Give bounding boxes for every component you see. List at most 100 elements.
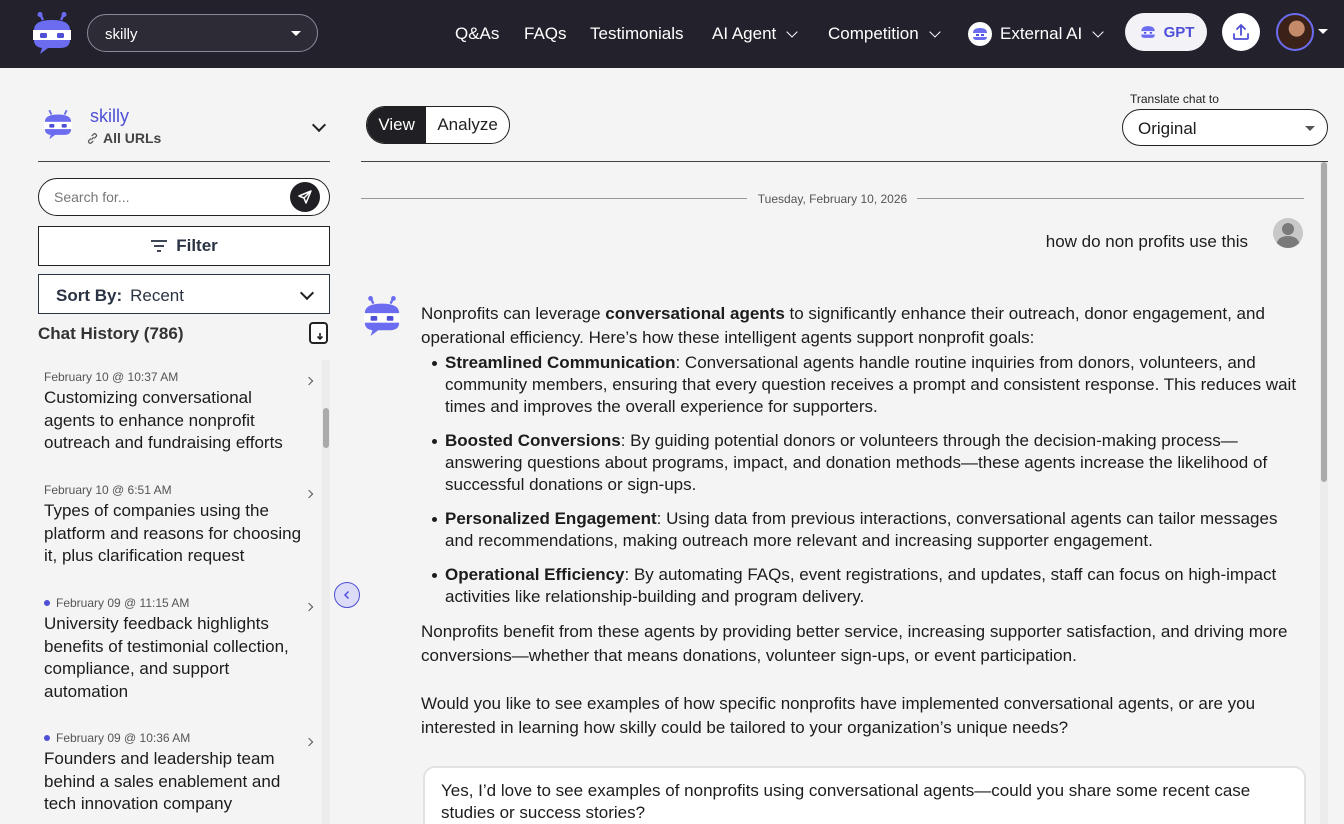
list-item: Operational Efficiency: By automating FA… <box>421 564 1304 608</box>
tab-analyze[interactable]: Analyze <box>426 107 509 143</box>
history-item-date: February 09 @ 11:15 AM <box>38 596 322 610</box>
bot-selector-value: skilly <box>105 26 138 43</box>
view-mode-toggle: View Analyze <box>366 106 510 144</box>
nav-qas[interactable]: Q&As <box>455 0 499 68</box>
suggested-reply-button[interactable]: Yes, I’d love to see examples of nonprof… <box>423 766 1306 824</box>
chat-history-list: February 10 @ 10:37 AM Customizing conve… <box>38 360 322 824</box>
bot-selector-dropdown[interactable]: skilly <box>87 14 318 52</box>
intro-emphasis: conversational agents <box>605 304 785 323</box>
bot-message-intro: Nonprofits can leverage conversational a… <box>421 302 1304 350</box>
upload-button[interactable] <box>1222 13 1260 51</box>
gpt-button-label: GPT <box>1163 23 1195 41</box>
nav-testimonials-label: Testimonials <box>590 24 684 43</box>
upload-icon <box>1233 24 1249 40</box>
chat-scrollbar[interactable] <box>1320 162 1328 824</box>
history-item-title: Founders and leadership team behind a sa… <box>44 749 281 813</box>
filter-icon <box>151 240 168 252</box>
history-item[interactable]: February 09 @ 10:36 AM Founders and lead… <box>38 731 322 816</box>
history-scrollbar[interactable] <box>322 360 330 824</box>
chat-search <box>38 178 330 216</box>
nav-competition[interactable]: Competition <box>828 0 941 68</box>
history-item[interactable]: February 09 @ 11:15 AM University feedba… <box>38 596 322 703</box>
robot-icon <box>44 109 72 140</box>
link-icon <box>87 132 98 144</box>
filter-button[interactable]: Filter <box>38 226 330 266</box>
bot-message: Nonprofits can leverage conversational a… <box>421 302 1304 764</box>
nav-faqs-label: FAQs <box>524 24 567 43</box>
unread-dot <box>44 735 50 741</box>
sort-label: Sort By: <box>56 286 123 305</box>
list-item: Boosted Conversions: By guiding potentia… <box>421 430 1304 496</box>
search-input[interactable] <box>54 189 274 205</box>
translate-dropdown[interactable]: Original <box>1122 109 1328 146</box>
list-item-title: Operational Efficiency <box>445 565 625 584</box>
chat-history-title: Chat History (786) <box>38 324 184 343</box>
robot-icon <box>968 22 992 46</box>
scrollbar-thumb[interactable] <box>323 408 329 448</box>
history-item-title: Customizing conversational agents to enh… <box>44 388 283 452</box>
list-item-title: Personalized Engagement <box>445 509 657 528</box>
caret-down-icon[interactable] <box>1318 29 1328 34</box>
user-avatar-icon <box>1273 218 1303 248</box>
chevron-down-icon <box>786 25 798 38</box>
bot-avatar-icon <box>363 296 401 336</box>
unread-dot <box>44 600 50 606</box>
nav-external-ai[interactable]: External AI <box>968 0 1104 68</box>
history-item-date: February 10 @ 10:37 AM <box>44 370 179 384</box>
download-history-button[interactable] <box>309 322 328 344</box>
nav-testimonials[interactable]: Testimonials <box>590 0 684 68</box>
bot-header[interactable]: skilly All URLs <box>38 100 330 162</box>
filter-label: Filter <box>176 236 218 255</box>
sort-dropdown[interactable]: Sort By: Recent <box>38 274 330 314</box>
user-avatar[interactable] <box>1276 13 1314 51</box>
bot-message-summary: Nonprofits benefit from these agents by … <box>421 622 1288 665</box>
history-item[interactable]: February 10 @ 6:51 AM Types of companies… <box>38 483 322 568</box>
bot-scope-label: All URLs <box>103 130 162 146</box>
chevron-down-icon <box>299 285 315 301</box>
history-item-date-text: February 09 @ 10:36 AM <box>56 731 191 745</box>
caret-down-icon <box>291 31 301 36</box>
bot-name: skilly <box>90 106 129 126</box>
sort-value: Recent <box>130 286 184 305</box>
intro-text: Nonprofits can leverage <box>421 304 606 323</box>
list-item: Personalized Engagement: Using data from… <box>421 508 1304 552</box>
nav-faqs[interactable]: FAQs <box>524 0 567 68</box>
list-item-title: Boosted Conversions <box>445 431 621 450</box>
translate-value: Original <box>1138 119 1197 138</box>
user-message: how do non profits use this <box>1045 232 1248 251</box>
history-item-date-text: February 09 @ 11:15 AM <box>56 596 190 610</box>
send-icon <box>298 190 312 204</box>
search-submit-button[interactable] <box>290 182 320 212</box>
collapse-sidebar-button[interactable] <box>334 582 360 608</box>
gpt-button[interactable]: GPT <box>1125 13 1207 51</box>
download-icon <box>316 333 324 341</box>
chevron-left-icon <box>343 590 350 600</box>
chevron-down-icon <box>1092 25 1104 38</box>
nav-external-ai-label: External AI <box>1000 24 1083 43</box>
date-separator: Tuesday, February 10, 2026 <box>361 192 1304 206</box>
nav-competition-label: Competition <box>828 24 919 43</box>
robot-icon <box>1140 26 1155 38</box>
list-item: Streamlined Communication: Conversationa… <box>421 352 1304 418</box>
top-navigation-bar: skilly Q&As FAQs Testimonials AI Agent C… <box>0 0 1344 68</box>
history-item[interactable]: February 10 @ 10:37 AM Customizing conve… <box>38 370 322 455</box>
history-item-title: Types of companies using the platform an… <box>44 501 302 565</box>
robot-logo-icon[interactable] <box>30 12 74 54</box>
chevron-down-icon <box>929 25 941 38</box>
date-separator-text: Tuesday, February 10, 2026 <box>757 192 908 206</box>
chevron-down-icon[interactable] <box>311 117 327 133</box>
translate-label: Translate chat to <box>1130 92 1219 106</box>
nav-ai-agent-label: AI Agent <box>712 24 777 43</box>
nav-qas-label: Q&As <box>455 24 500 43</box>
list-item-title: Streamlined Communication <box>445 353 676 372</box>
bot-message-question: Would you like to see examples of how sp… <box>421 694 1256 737</box>
scrollbar-thumb[interactable] <box>1321 162 1327 482</box>
bot-message-list: Streamlined Communication: Conversationa… <box>421 352 1304 608</box>
nav-ai-agent[interactable]: AI Agent <box>712 0 798 68</box>
caret-down-icon <box>1305 126 1315 131</box>
history-item-date: February 09 @ 10:36 AM <box>38 731 322 745</box>
tab-view[interactable]: View <box>367 107 427 143</box>
history-item-date: February 10 @ 6:51 AM <box>44 483 172 497</box>
history-item-title: University feedback highlights benefits … <box>44 614 289 701</box>
bot-scope: All URLs <box>86 130 161 146</box>
